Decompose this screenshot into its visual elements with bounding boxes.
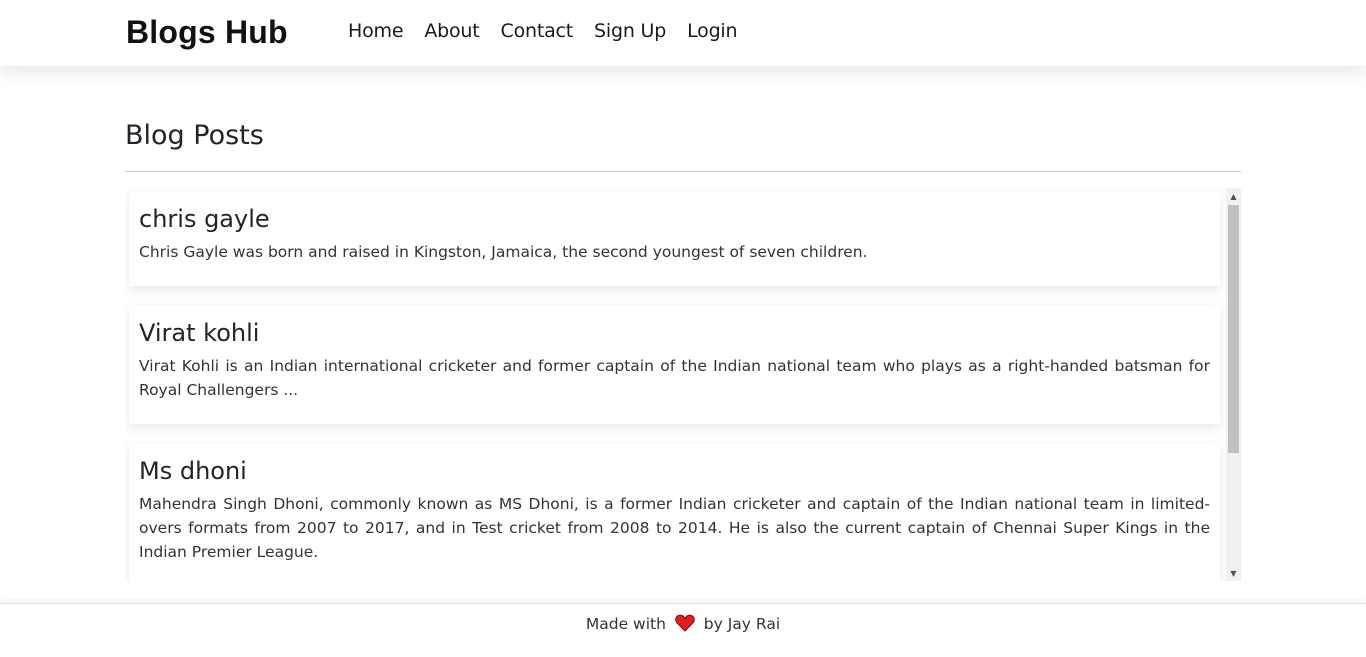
blog-post-card: chris gayle Chris Gayle was born and rai… bbox=[129, 192, 1220, 286]
heart-icon bbox=[675, 614, 695, 636]
navbar: Blogs Hub Home About Contact Sign Up Log… bbox=[0, 0, 1366, 66]
footer-made-with: Made with bbox=[585, 615, 666, 633]
post-title: Ms dhoni bbox=[139, 457, 247, 485]
scroll-thumb[interactable] bbox=[1228, 205, 1239, 453]
footer: Made with by Jay Rai bbox=[0, 603, 1366, 657]
post-body: Mahendra Singh Dhoni, commonly known as … bbox=[139, 495, 1210, 561]
nav-links: Home About Contact Sign Up Login bbox=[348, 20, 738, 42]
scroll-up-arrow-icon[interactable]: ▲ bbox=[1226, 188, 1241, 204]
brand-logo[interactable]: Blogs Hub bbox=[126, 14, 288, 51]
nav-link-login[interactable]: Login bbox=[687, 20, 737, 42]
nav-link-contact[interactable]: Contact bbox=[501, 20, 574, 42]
blog-posts-list[interactable]: chris gayle Chris Gayle was born and rai… bbox=[125, 188, 1241, 581]
post-body: Chris Gayle was born and raised in Kings… bbox=[139, 243, 868, 261]
nav-link-sign-up[interactable]: Sign Up bbox=[594, 20, 666, 42]
post-title: chris gayle bbox=[139, 205, 270, 233]
post-title: Virat kohli bbox=[139, 319, 260, 347]
footer-credit: Made with by Jay Rai bbox=[0, 614, 1366, 636]
footer-author: by Jay Rai bbox=[703, 615, 781, 633]
post-body: Virat Kohli is an Indian international c… bbox=[139, 357, 1210, 399]
posts-scrollbar[interactable]: ▲ ▼ bbox=[1226, 188, 1241, 581]
title-divider bbox=[125, 171, 1241, 172]
posts-content: chris gayle Chris Gayle was born and rai… bbox=[129, 192, 1220, 581]
scroll-down-arrow-icon[interactable]: ▼ bbox=[1226, 565, 1241, 581]
page-title: Blog Posts bbox=[125, 120, 264, 151]
blog-post-card: Virat kohli Virat Kohli is an Indian int… bbox=[129, 306, 1220, 424]
blog-post-card: Ms dhoni Mahendra Singh Dhoni, commonly … bbox=[129, 444, 1220, 581]
nav-link-about[interactable]: About bbox=[424, 20, 479, 42]
nav-link-home[interactable]: Home bbox=[348, 20, 404, 42]
